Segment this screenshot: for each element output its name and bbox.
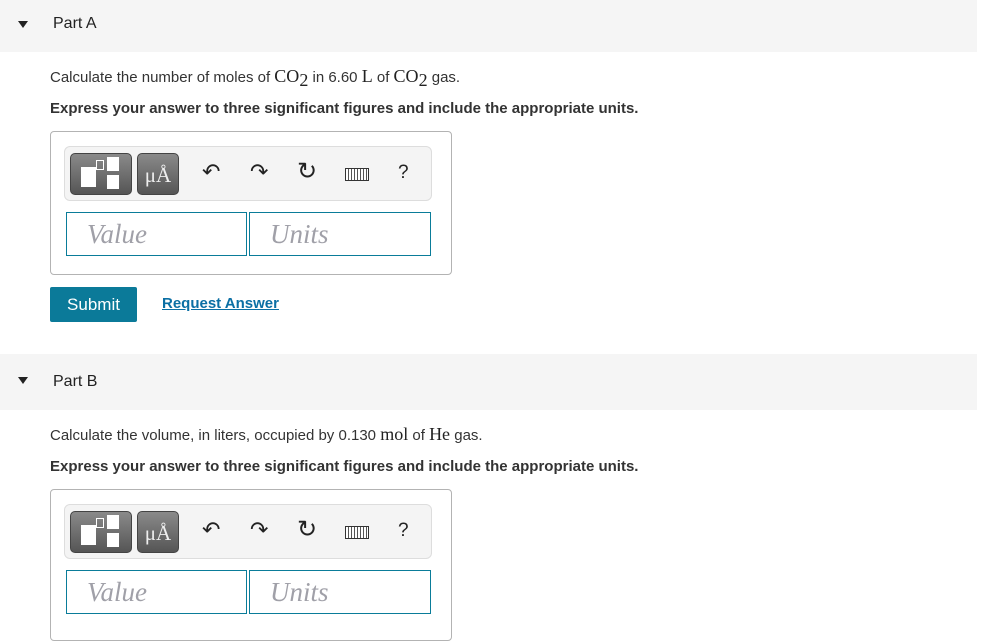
- instruction-text: Express your answer to three significant…: [50, 458, 639, 475]
- undo-icon[interactable]: ↶: [202, 517, 220, 543]
- math-toolbar: μÅ ↶ ↷ ↻ ?: [64, 146, 432, 201]
- part-b-header[interactable]: Part B: [0, 354, 977, 410]
- keyboard-icon[interactable]: [345, 168, 369, 181]
- help-icon[interactable]: ?: [398, 520, 409, 542]
- part-title: Part B: [53, 373, 98, 390]
- reset-icon[interactable]: ↻: [297, 515, 317, 544]
- math-toolbar: μÅ ↶ ↷ ↻ ?: [64, 504, 432, 559]
- submit-button[interactable]: Submit: [50, 287, 137, 322]
- instruction-text: Express your answer to three significant…: [50, 100, 639, 117]
- question-text: Calculate the number of moles of CO2 in …: [50, 66, 461, 90]
- question-text: Calculate the volume, in liters, occupie…: [50, 424, 483, 444]
- collapse-triangle-icon[interactable]: [18, 21, 28, 28]
- value-input[interactable]: Value: [66, 570, 247, 614]
- redo-icon[interactable]: ↷: [250, 517, 268, 543]
- collapse-triangle-icon[interactable]: [18, 377, 28, 384]
- templates-button[interactable]: [70, 153, 132, 195]
- request-answer-link[interactable]: Request Answer: [162, 295, 279, 312]
- redo-icon[interactable]: ↷: [250, 159, 268, 185]
- units-input[interactable]: Units: [249, 570, 431, 614]
- units-button[interactable]: μÅ: [137, 153, 179, 195]
- undo-icon[interactable]: ↶: [202, 159, 220, 185]
- part-a-header[interactable]: Part A: [0, 0, 977, 52]
- value-input[interactable]: Value: [66, 212, 247, 256]
- templates-button[interactable]: [70, 511, 132, 553]
- units-button[interactable]: μÅ: [137, 511, 179, 553]
- reset-icon[interactable]: ↻: [297, 157, 317, 186]
- part-title: Part A: [53, 15, 97, 32]
- help-icon[interactable]: ?: [398, 162, 409, 184]
- units-input[interactable]: Units: [249, 212, 431, 256]
- keyboard-icon[interactable]: [345, 526, 369, 539]
